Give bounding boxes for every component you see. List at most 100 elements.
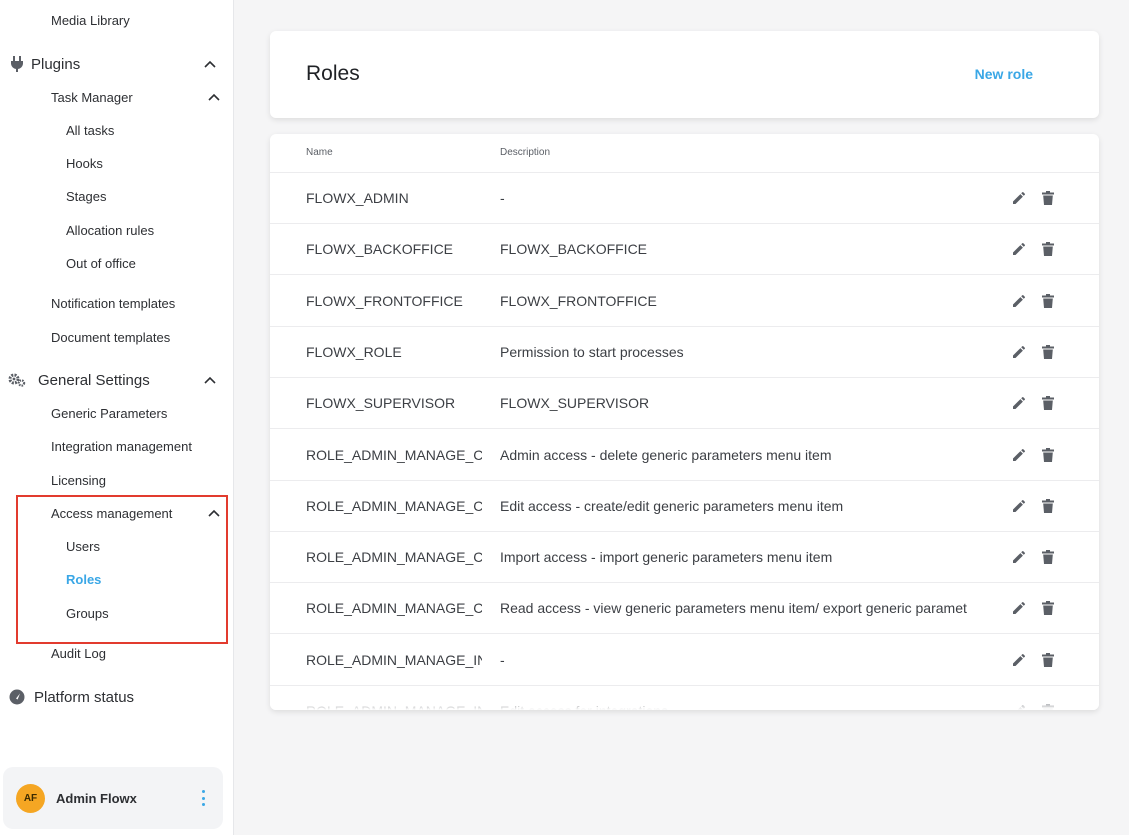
role-name: ROLE_ADMIN_MANAGE_C <box>306 549 482 566</box>
sidebar-item-users[interactable]: Users <box>0 535 234 557</box>
pencil-icon[interactable] <box>1011 600 1027 616</box>
sidebar-item-media-library[interactable]: Media Library <box>0 9 234 31</box>
role-name: ROLE_ADMIN_MANAGE_C <box>306 497 482 514</box>
sidebar-section-plugins[interactable]: Plugins <box>0 51 234 77</box>
role-description: - <box>500 190 505 206</box>
sidebar-section-label: Platform status <box>34 688 135 706</box>
sidebar-item-label: Task Manager <box>51 89 133 105</box>
trash-icon[interactable] <box>1040 241 1056 257</box>
sidebar-section-label: General Settings <box>38 371 150 389</box>
pencil-icon[interactable] <box>1011 293 1027 309</box>
chevron-up-icon[interactable] <box>204 374 216 386</box>
sidebar-item-stages[interactable]: Stages <box>0 185 234 207</box>
role-name: ROLE_ADMIN_MANAGE_C <box>306 600 482 617</box>
sidebar-item-access-management[interactable]: Access management <box>0 502 234 524</box>
column-header-description[interactable]: Description <box>500 147 550 158</box>
sidebar-item-label: All tasks <box>66 122 115 138</box>
sidebar-item-label: Hooks <box>66 155 103 171</box>
table-row[interactable]: FLOWX_FRONTOFFICE FLOWX_FRONTOFFICE <box>270 276 1099 327</box>
table-row[interactable]: ROLE_ADMIN_MANAGE_IN - <box>270 635 1099 686</box>
pencil-icon[interactable] <box>1011 498 1027 514</box>
pencil-icon[interactable] <box>1011 344 1027 360</box>
sidebar-item-label: Stages <box>66 188 107 204</box>
page-title: Roles <box>306 62 360 85</box>
sidebar-item-label: Users <box>66 538 100 554</box>
trash-icon[interactable] <box>1040 703 1056 710</box>
trash-icon[interactable] <box>1040 652 1056 668</box>
trash-icon[interactable] <box>1040 498 1056 514</box>
sidebar-item-label: Roles <box>66 571 102 587</box>
sidebar-item-document-templates[interactable]: Document templates <box>0 326 234 348</box>
sidebar-section-platform-status[interactable]: Platform status <box>0 684 234 710</box>
sidebar-item-label: Allocation rules <box>66 222 155 238</box>
trash-icon[interactable] <box>1040 549 1056 565</box>
chevron-up-icon[interactable] <box>208 507 220 519</box>
avatar[interactable]: AF <box>16 783 45 813</box>
pencil-icon[interactable] <box>1011 395 1027 411</box>
pencil-icon[interactable] <box>1011 190 1027 206</box>
new-role-button[interactable]: New role <box>975 66 1033 82</box>
table-row[interactable]: FLOWX_ADMIN - <box>270 173 1099 224</box>
gauge-icon <box>8 688 26 706</box>
user-name: Admin Flowx <box>56 790 137 806</box>
chevron-up-icon[interactable] <box>204 58 216 70</box>
table-row[interactable]: ROLE_ADMIN_MANAGE_IN Edit access for inte… <box>270 686 1099 710</box>
role-description: FLOWX_SUPERVISOR <box>500 395 650 412</box>
table-row[interactable]: FLOWX_ROLE Permission to start processes <box>270 327 1099 378</box>
trash-icon[interactable] <box>1040 447 1056 463</box>
role-name: FLOWX_ROLE <box>306 343 402 360</box>
sidebar-item-all-tasks[interactable]: All tasks <box>0 119 234 141</box>
table-row[interactable]: ROLE_ADMIN_MANAGE_C Import access - impor… <box>270 532 1099 584</box>
role-description: Admin access - delete generic parameters… <box>500 446 832 463</box>
table-row[interactable]: FLOWX_SUPERVISOR FLOWX_SUPERVISOR <box>270 378 1099 430</box>
sidebar-item-allocation-rules[interactable]: Allocation rules <box>0 219 234 241</box>
sidebar-section-label: Plugins <box>31 55 81 73</box>
sidebar-item-generic-parameters[interactable]: Generic Parameters <box>0 402 234 424</box>
sidebar-item-integration-management[interactable]: Integration management <box>0 435 234 457</box>
sidebar-item-audit-log[interactable]: Audit Log <box>0 642 234 664</box>
sidebar-item-notification-templates[interactable]: Notification templates <box>0 292 234 314</box>
trash-icon[interactable] <box>1040 600 1056 616</box>
role-name: FLOWX_BACKOFFICE <box>306 241 454 258</box>
role-description: Edit access - create/edit generic parame… <box>500 497 844 514</box>
trash-icon[interactable] <box>1040 293 1056 309</box>
sidebar-item-licensing[interactable]: Licensing <box>0 469 234 491</box>
trash-icon[interactable] <box>1040 344 1056 360</box>
sidebar-item-label: Document templates <box>51 329 171 345</box>
role-description: Read access - view generic parameters me… <box>500 600 967 617</box>
table-row[interactable]: FLOWX_BACKOFFICE FLOWX_BACKOFFICE <box>270 224 1099 276</box>
kebab-menu-icon[interactable] <box>199 790 207 806</box>
pencil-icon[interactable] <box>1011 652 1027 668</box>
sidebar-item-label: Licensing <box>51 472 106 488</box>
role-description: Edit access for integrations <box>500 703 987 710</box>
pencil-icon[interactable] <box>1011 241 1027 257</box>
table-row[interactable]: ROLE_ADMIN_MANAGE_C Edit access - create/… <box>270 481 1099 532</box>
sidebar-item-groups[interactable]: Groups <box>0 602 234 624</box>
sidebar-item-hooks[interactable]: Hooks <box>0 152 234 174</box>
sidebar-item-task-manager[interactable]: Task Manager <box>0 86 234 108</box>
sidebar-item-label: Out of office <box>66 255 136 271</box>
role-name: FLOWX_ADMIN <box>306 190 409 206</box>
role-description: Permission to start processes <box>500 343 684 360</box>
role-name: FLOWX_SUPERVISOR <box>306 395 456 412</box>
page-header: Roles New role <box>270 31 1099 118</box>
chevron-up-icon[interactable] <box>208 91 220 103</box>
table-row[interactable]: ROLE_ADMIN_MANAGE_C Admin access - delete… <box>270 430 1099 481</box>
user-card: AF Admin Flowx <box>3 767 223 829</box>
gears-icon <box>8 371 26 389</box>
column-header-name[interactable]: Name <box>306 147 333 158</box>
plug-icon <box>8 55 26 73</box>
trash-icon[interactable] <box>1040 395 1056 411</box>
role-description: - <box>500 651 505 668</box>
pencil-icon[interactable] <box>1011 703 1027 710</box>
sidebar-item-roles[interactable]: Roles <box>0 568 234 590</box>
sidebar-section-general-settings[interactable]: General Settings <box>0 367 234 393</box>
trash-icon[interactable] <box>1040 190 1056 206</box>
role-name: ROLE_ADMIN_MANAGE_IN <box>306 703 482 710</box>
pencil-icon[interactable] <box>1011 447 1027 463</box>
table-row[interactable]: ROLE_ADMIN_MANAGE_C Read access - view ge… <box>270 583 1099 635</box>
pencil-icon[interactable] <box>1011 549 1027 565</box>
sidebar-item-label: Generic Parameters <box>51 405 168 421</box>
sidebar-item-out-of-office[interactable]: Out of office <box>0 252 234 274</box>
sidebar-item-label: Audit Log <box>51 645 106 661</box>
